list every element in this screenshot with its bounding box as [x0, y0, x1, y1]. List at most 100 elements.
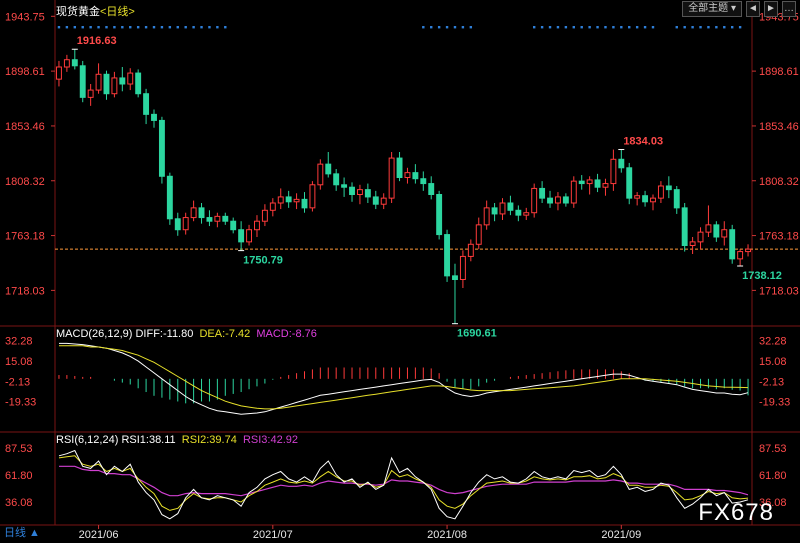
macd-title: MACD(26,12,9) — [56, 328, 133, 340]
annotation-label: 1916.63 — [77, 35, 117, 47]
candle — [222, 212, 229, 225]
annotation-label: 1834.03 — [623, 136, 663, 148]
candle — [135, 69, 142, 98]
macd-tick-label-right: 15.08 — [759, 356, 787, 368]
candlestick-series — [56, 49, 751, 324]
candle — [119, 67, 126, 92]
candle-body — [539, 187, 546, 199]
candle — [729, 224, 736, 264]
candle — [333, 169, 340, 191]
candle-body — [190, 207, 197, 219]
candle — [166, 172, 173, 225]
candle-body — [507, 202, 514, 211]
candle — [737, 249, 744, 267]
candle-body — [673, 189, 680, 209]
candle — [618, 149, 625, 173]
candle-body — [650, 197, 656, 203]
event-dot — [144, 26, 148, 29]
event-dot — [604, 26, 607, 29]
candle — [721, 221, 728, 246]
event-dot — [89, 26, 92, 29]
event-dot — [422, 26, 425, 29]
candle-body — [737, 251, 744, 260]
candle — [657, 181, 664, 203]
event-dot — [699, 26, 702, 29]
event-dot — [97, 26, 100, 29]
candle — [499, 198, 506, 220]
date-tick-label: 2021/07 — [253, 529, 293, 541]
candle-body — [151, 113, 157, 121]
candle-body — [681, 207, 688, 247]
event-dot — [675, 26, 678, 29]
candle-body — [452, 275, 458, 281]
candle-body — [642, 195, 649, 203]
candle — [238, 221, 245, 251]
event-dot — [73, 26, 77, 29]
candle-body — [63, 59, 70, 68]
event-dot — [596, 26, 599, 29]
event-dot — [588, 26, 591, 29]
prev-icon[interactable]: ◄ — [746, 1, 760, 17]
event-dot — [628, 26, 631, 29]
theme-dropdown[interactable]: 全部主题 ▾ — [682, 1, 742, 17]
more-icon[interactable]: … — [782, 1, 796, 17]
event-dot — [683, 26, 686, 29]
candle-body — [467, 243, 474, 257]
chart-header: 现货黄金<日线> — [56, 3, 135, 19]
event-dot — [208, 26, 211, 29]
annotation-label: 1690.61 — [457, 328, 497, 340]
event-dot — [224, 26, 227, 29]
price-tick-label-left: 1763.18 — [5, 231, 45, 243]
event-dot — [184, 26, 187, 29]
candle-body — [269, 202, 276, 211]
candle-body — [665, 185, 672, 191]
candle-body — [79, 65, 86, 98]
candle-body — [174, 218, 181, 231]
candle-body — [182, 217, 189, 231]
event-dot — [723, 26, 726, 29]
candle-body — [586, 179, 593, 185]
instrument-period[interactable]: <日线> — [100, 6, 135, 18]
candle — [634, 192, 641, 206]
period-selector[interactable]: 日线 ▲ — [4, 524, 40, 540]
macd-tick-label-left: -2.13 — [5, 376, 30, 388]
event-dot — [65, 26, 69, 29]
price-tick-label-right: 1898.61 — [759, 66, 799, 78]
candle — [56, 60, 62, 87]
candle — [697, 227, 704, 250]
next-icon[interactable]: ► — [764, 1, 778, 17]
candle — [372, 190, 379, 210]
macd-tick-label-right: 32.28 — [759, 336, 787, 348]
event-dot — [57, 26, 61, 29]
price-tick-label-right: 1718.03 — [759, 285, 799, 297]
candle-body — [277, 196, 284, 204]
candle — [483, 200, 490, 230]
rsi2-label: RSI2:39.74 — [181, 434, 237, 446]
candle-body — [523, 212, 530, 216]
candle — [745, 244, 751, 257]
candle-body — [657, 185, 664, 199]
event-dot — [580, 26, 583, 29]
candle — [95, 63, 102, 94]
candle-body — [475, 224, 482, 245]
price-annotation: 1750.79 — [238, 250, 283, 267]
price-annotation: 1738.12 — [737, 265, 782, 282]
annotation-label: 1738.12 — [742, 270, 782, 282]
candle — [63, 54, 70, 72]
price-annotation: 1916.63 — [71, 35, 117, 50]
event-dot — [453, 26, 457, 29]
chart-canvas: 1916.63 1750.79 1690.61 1834.03 1738.12 1943… — [0, 0, 800, 541]
event-dot — [105, 26, 108, 29]
candle — [293, 193, 300, 210]
event-dot — [532, 26, 536, 29]
candle-body — [261, 209, 268, 222]
candle — [602, 178, 609, 196]
candle — [356, 184, 363, 205]
candle-body — [158, 119, 165, 177]
macd-dif-label: DIFF:-11.80 — [135, 328, 194, 340]
candle — [103, 70, 110, 100]
candle-body — [214, 215, 221, 222]
macd-dea-label: DEA:-7.42 — [199, 328, 251, 340]
candle — [412, 164, 419, 184]
event-dot — [113, 26, 116, 29]
